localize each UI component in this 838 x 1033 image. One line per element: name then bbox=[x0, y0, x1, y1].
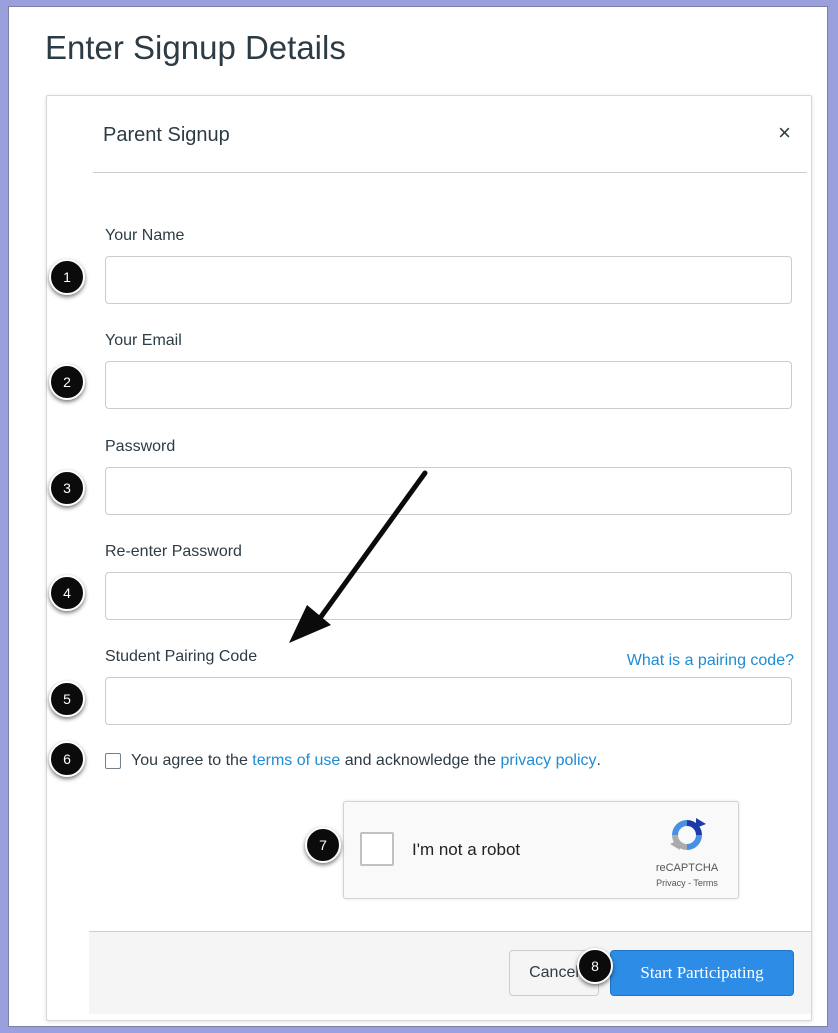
annotation-arrow-icon bbox=[289, 470, 428, 643]
terms-checkbox[interactable] bbox=[105, 753, 121, 769]
email-label: Your Email bbox=[105, 332, 182, 349]
recaptcha-brand: reCAPTCHA bbox=[655, 862, 719, 874]
recaptcha-checkbox[interactable] bbox=[360, 832, 394, 866]
step-marker-2: 2 bbox=[49, 364, 85, 400]
page-title: Enter Signup Details bbox=[45, 29, 346, 66]
recaptcha-privacy-terms-links[interactable]: Privacy - Terms bbox=[634, 878, 740, 888]
reenter-password-label: Re-enter Password bbox=[105, 543, 242, 560]
reenter-password-input[interactable] bbox=[105, 572, 792, 620]
step-marker-1: 1 bbox=[49, 259, 85, 295]
privacy-policy-link[interactable]: privacy policy bbox=[500, 752, 596, 770]
step-marker-6: 6 bbox=[49, 741, 85, 777]
recaptcha-widget: I'm not a robot reCAPTCHA Privacy - Term… bbox=[343, 801, 739, 899]
pairing-code-help-link[interactable]: What is a pairing code? bbox=[627, 652, 794, 670]
terms-row: You agree to the terms of use and acknow… bbox=[105, 752, 601, 770]
recaptcha-label: I'm not a robot bbox=[412, 840, 521, 859]
recaptcha-logo-icon bbox=[670, 818, 706, 850]
email-input[interactable] bbox=[105, 361, 792, 409]
terms-prefix: You agree to the bbox=[131, 752, 248, 769]
step-marker-4: 4 bbox=[49, 575, 85, 611]
name-label: Your Name bbox=[105, 227, 185, 244]
pairing-code-label: Student Pairing Code bbox=[105, 648, 258, 665]
step-marker-8: 8 bbox=[577, 948, 613, 984]
step-marker-7: 7 bbox=[305, 827, 341, 863]
terms-of-use-link[interactable]: terms of use bbox=[252, 752, 340, 770]
terms-middle: and acknowledge the bbox=[344, 752, 497, 769]
password-label: Password bbox=[105, 438, 176, 455]
dialog-title: Parent Signup bbox=[103, 124, 230, 146]
dialog-header: Parent Signup × bbox=[93, 96, 807, 173]
close-icon[interactable]: × bbox=[778, 122, 791, 144]
start-participating-button[interactable]: Start Participating bbox=[610, 950, 794, 996]
password-input[interactable] bbox=[105, 467, 792, 515]
name-input[interactable] bbox=[105, 256, 792, 304]
screenshot-frame: Enter Signup Details Parent Signup × You… bbox=[8, 6, 828, 1027]
step-marker-5: 5 bbox=[49, 681, 85, 717]
terms-suffix: . bbox=[596, 752, 601, 769]
pairing-code-input[interactable] bbox=[105, 677, 792, 725]
step-marker-3: 3 bbox=[49, 470, 85, 506]
dialog-footer: Cancel Start Participating bbox=[89, 931, 811, 1014]
